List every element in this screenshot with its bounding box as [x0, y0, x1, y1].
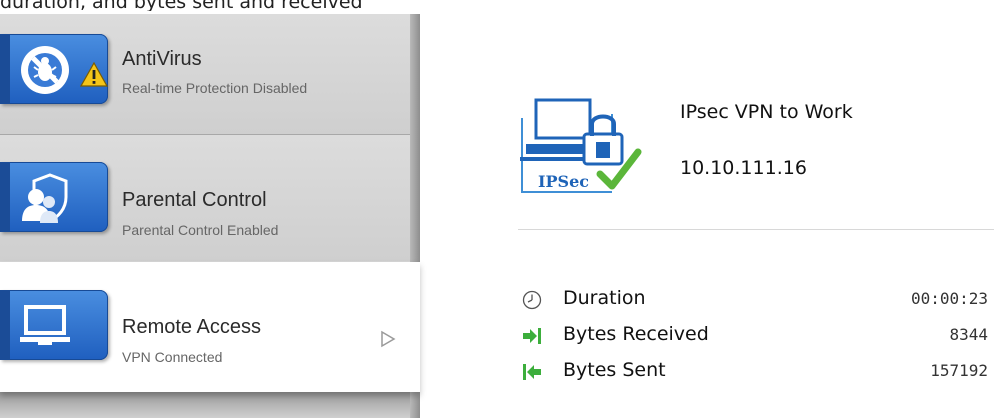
parental-control-tile [0, 162, 108, 232]
arrow-in-icon [523, 328, 541, 344]
page-caption: duration, and bytes sent and received [0, 0, 363, 11]
sidebar-item-subtitle: Real-time Protection Disabled [122, 80, 308, 96]
sidebar-item-subtitle: VPN Connected [122, 349, 223, 365]
ipsec-badge-text: IPSec [538, 172, 589, 191]
stat-bytes-sent: Bytes Sent 157192 [522, 359, 994, 385]
sidebar-item-next[interactable] [0, 392, 410, 418]
connection-name: IPsec VPN to Work [680, 101, 853, 123]
sidebar-item-title: AntiVirus [122, 48, 202, 70]
stat-duration: Duration 00:00:23 [522, 287, 994, 313]
sidebar-item-parental-control[interactable]: Parental Control Parental Control Enable… [0, 135, 410, 261]
divider [518, 229, 994, 230]
chevron-right-icon[interactable] [380, 330, 396, 348]
arrow-out-icon [523, 364, 541, 380]
stat-value: 00:00:23 [910, 289, 988, 308]
sidebar-item-antivirus[interactable]: AntiVirus Real-time Protection Disabled [0, 14, 410, 135]
warning-icon [80, 62, 108, 87]
stat-label: Bytes Received [563, 323, 709, 345]
laptop-icon [20, 305, 70, 345]
parental-control-icon [22, 173, 68, 223]
antivirus-bug-icon [21, 46, 69, 94]
stat-label: Bytes Sent [563, 359, 666, 381]
sidebar-item-remote-access[interactable]: Remote Access VPN Connected [0, 262, 420, 392]
stat-label: Duration [563, 287, 646, 309]
sidebar: AntiVirus Real-time Protection Disabled … [0, 14, 420, 418]
stat-bytes-received: Bytes Received 8344 [522, 323, 994, 349]
sidebar-item-title: Remote Access [122, 316, 261, 338]
stat-value: 157192 [930, 361, 988, 380]
stat-value: 8344 [949, 325, 988, 344]
connection-ip: 10.10.111.16 [680, 157, 807, 179]
sidebar-item-subtitle: Parental Control Enabled [122, 222, 279, 238]
remote-access-tile [0, 290, 108, 360]
clock-icon [522, 290, 542, 310]
ipsec-vpn-icon: IPSec [516, 96, 650, 210]
sidebar-item-title: Parental Control [122, 189, 267, 211]
